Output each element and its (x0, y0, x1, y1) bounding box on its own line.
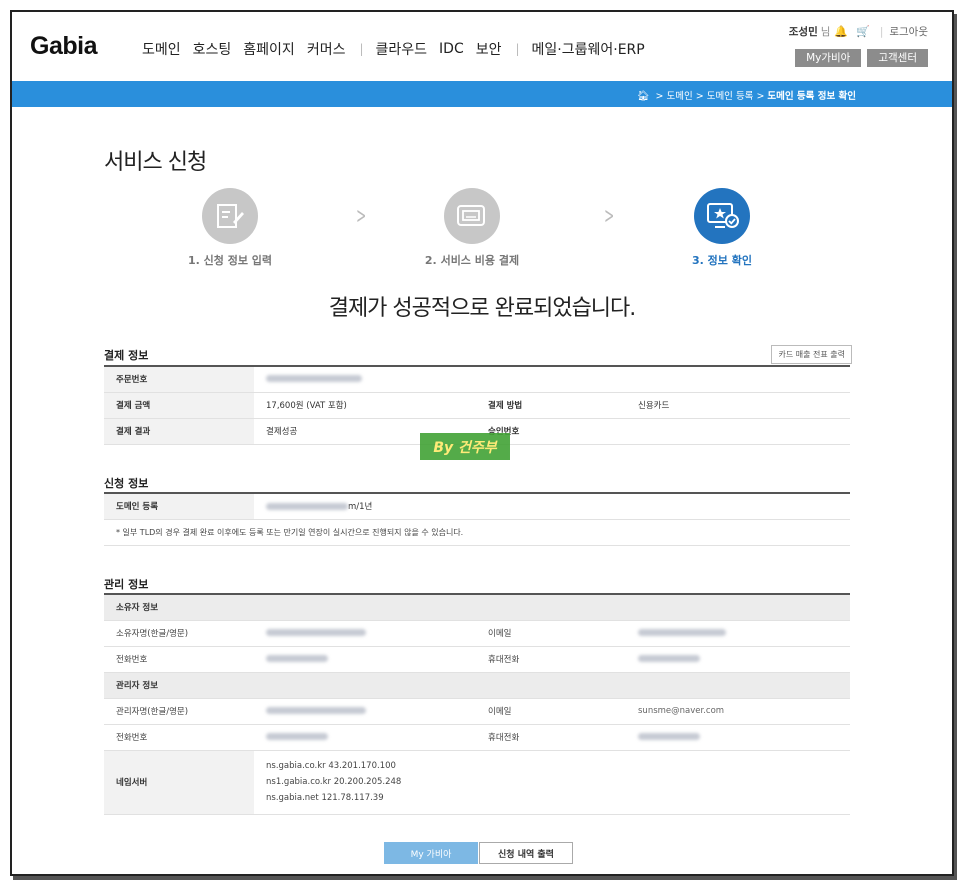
table-row: 관리자명(한글/영문) 이메일 sunsme@naver.com (104, 698, 850, 725)
table-row: 전화번호 휴대전화 (104, 724, 850, 751)
main-nav: 도메인 호스팅 홈페이지 커머스 | 클라우드 IDC 보안 | 메일·그룹웨어… (142, 39, 657, 59)
owner-mobile-label: 휴대전화 (476, 646, 626, 673)
payment-card-icon (444, 188, 500, 244)
notification-icon[interactable]: 🔔 (834, 25, 848, 38)
amount-label: 결제 금액 (104, 392, 254, 419)
home-icon[interactable]: 🏠︎ (637, 91, 650, 102)
step-3: 3. 정보 확인 (622, 188, 822, 268)
table-row: * 일부 TLD의 경우 결제 완료 이후에도 등록 또는 만기일 연장이 실시… (104, 519, 850, 546)
nameserver-label: 네임서버 (104, 750, 254, 815)
admin-mobile-label: 휴대전화 (476, 724, 626, 751)
util-buttons: My가비아 고객센터 (789, 49, 928, 67)
watermark: By 건주부 (420, 433, 510, 460)
confirm-monitor-icon (694, 188, 750, 244)
owner-phone-value (254, 646, 476, 673)
nav-divider: | (515, 42, 520, 56)
print-card-receipt-button[interactable]: 카드 매출 전표 출력 (771, 345, 852, 364)
user-utility: 조성민 님 🔔 🛒 | 로그아웃 (789, 24, 928, 39)
breadcrumb: 🏠︎ > 도메인 > 도메인 등록 > 도메인 등록 정보 확인 (636, 91, 856, 102)
user-suffix: 님 (820, 26, 831, 38)
nav-idc[interactable]: IDC (439, 41, 464, 57)
table-row: 전화번호 휴대전화 (104, 646, 850, 673)
owner-email-value (626, 620, 850, 647)
domain-register-label: 도메인 등록 (104, 493, 254, 520)
nav-security[interactable]: 보안 (476, 39, 502, 59)
util-divider: | (879, 25, 884, 38)
order-no-label: 주문번호 (104, 366, 254, 393)
step-arrow-icon: > (356, 204, 367, 229)
admin-email-value: sunsme@naver.com (626, 698, 850, 725)
table-row: 도메인 등록 m/1년 (104, 493, 850, 520)
nameserver-item: ns.gabia.co.kr 43.201.170.100 (266, 761, 396, 771)
step-1-label: 1. 신청 정보 입력 (187, 254, 273, 267)
breadcrumb-bar: 🏠︎ > 도메인 > 도메인 등록 > 도메인 등록 정보 확인 (12, 81, 952, 107)
management-table: 소유자 정보 소유자명(한글/영문) 이메일 전화번호 휴대전화 관리자 정보 … (104, 593, 850, 815)
owner-email-label: 이메일 (476, 620, 626, 647)
step-1: 1. 신청 정보 입력 (130, 188, 330, 268)
admin-name-value (254, 698, 476, 725)
step-2-label: 2. 서비스 비용 결제 (424, 254, 520, 267)
nav-mail-groupware[interactable]: 메일·그룹웨어·ERP (532, 39, 645, 59)
global-header: Gabia 도메인 호스팅 홈페이지 커머스 | 클라우드 IDC 보안 | 메… (12, 12, 952, 82)
support-button[interactable]: 고객센터 (867, 49, 928, 67)
success-message: 결제가 성공적으로 완료되었습니다. (328, 296, 637, 321)
approval-value (626, 418, 850, 445)
my-gabia-button[interactable]: My가비아 (795, 49, 862, 67)
step-2: 2. 서비스 비용 결제 (372, 188, 572, 268)
table-row: 관리자 정보 (104, 672, 850, 699)
admin-name-label: 관리자명(한글/영문) (104, 698, 254, 725)
order-no-value (254, 366, 850, 393)
management-section-title: 관리 정보 (104, 578, 149, 591)
print-history-button[interactable]: 신청 내역 출력 (479, 842, 573, 864)
owner-name-value (254, 620, 476, 647)
nav-domain[interactable]: 도메인 (142, 39, 181, 59)
nav-divider: | (359, 42, 364, 56)
nav-homepage[interactable]: 홈페이지 (243, 39, 295, 59)
step-arrow-icon: > (604, 204, 615, 229)
breadcrumb-item-domain[interactable]: 도메인 (667, 91, 693, 102)
owner-phone-label: 전화번호 (104, 646, 254, 673)
nameserver-list: ns.gabia.co.kr 43.201.170.100 ns1.gabia.… (254, 750, 850, 815)
nav-commerce[interactable]: 커머스 (307, 39, 346, 59)
edit-form-icon (202, 188, 258, 244)
domain-period: m/1년 (348, 502, 373, 513)
gabia-logo[interactable]: Gabia (30, 32, 97, 61)
logout-link[interactable]: 로그아웃 (889, 24, 928, 39)
page-frame: Gabia 도메인 호스팅 홈페이지 커머스 | 클라우드 IDC 보안 | 메… (10, 10, 954, 876)
nav-cloud[interactable]: 클라우드 (376, 39, 428, 59)
domain-register-value: m/1년 (254, 493, 850, 520)
method-value: 신용카드 (626, 392, 850, 419)
breadcrumb-current: 도메인 등록 정보 확인 (767, 91, 856, 102)
tld-notice: * 일부 TLD의 경우 결제 완료 이후에도 등록 또는 만기일 연장이 실시… (104, 519, 850, 546)
nameserver-item: ns.gabia.net 121.78.117.39 (266, 793, 384, 803)
table-row: 소유자 정보 (104, 594, 850, 621)
application-table: 도메인 등록 m/1년 * 일부 TLD의 경우 결제 완료 이후에도 등록 또… (104, 492, 850, 546)
user-name: 조성민 (788, 26, 818, 38)
admin-group-title: 관리자 정보 (104, 672, 850, 699)
nameserver-item: ns1.gabia.co.kr 20.200.205.248 (266, 777, 402, 787)
owner-mobile-value (626, 646, 850, 673)
table-row: 소유자명(한글/영문) 이메일 (104, 620, 850, 647)
my-gabia-bottom-button[interactable]: My 가비아 (384, 842, 478, 864)
table-row: 주문번호 (104, 366, 850, 393)
owner-group-title: 소유자 정보 (104, 594, 850, 621)
breadcrumb-item-domain-register[interactable]: 도메인 등록 (707, 91, 754, 102)
cart-icon[interactable]: 🛒 (856, 25, 870, 38)
step-3-label: 3. 정보 확인 (692, 254, 752, 267)
table-row: 네임서버 ns.gabia.co.kr 43.201.170.100 ns1.g… (104, 750, 850, 815)
amount-value: 17,600원 (VAT 포함) (254, 392, 476, 419)
page-title: 서비스 신청 (104, 150, 207, 175)
result-label: 결제 결과 (104, 418, 254, 445)
progress-steps: 1. 신청 정보 입력 > 2. 서비스 비용 결제 > 3. 정보 확인 (104, 188, 864, 278)
nav-hosting[interactable]: 호스팅 (193, 39, 232, 59)
admin-mobile-value (626, 724, 850, 751)
admin-phone-value (254, 724, 476, 751)
admin-phone-label: 전화번호 (104, 724, 254, 751)
table-row: 결제 금액 17,600원 (VAT 포함) 결제 방법 신용카드 (104, 392, 850, 419)
payment-section-title: 결제 정보 (104, 349, 149, 362)
admin-email-label: 이메일 (476, 698, 626, 725)
method-label: 결제 방법 (476, 392, 626, 419)
application-section-title: 신청 정보 (104, 477, 149, 490)
owner-name-label: 소유자명(한글/영문) (104, 620, 254, 647)
